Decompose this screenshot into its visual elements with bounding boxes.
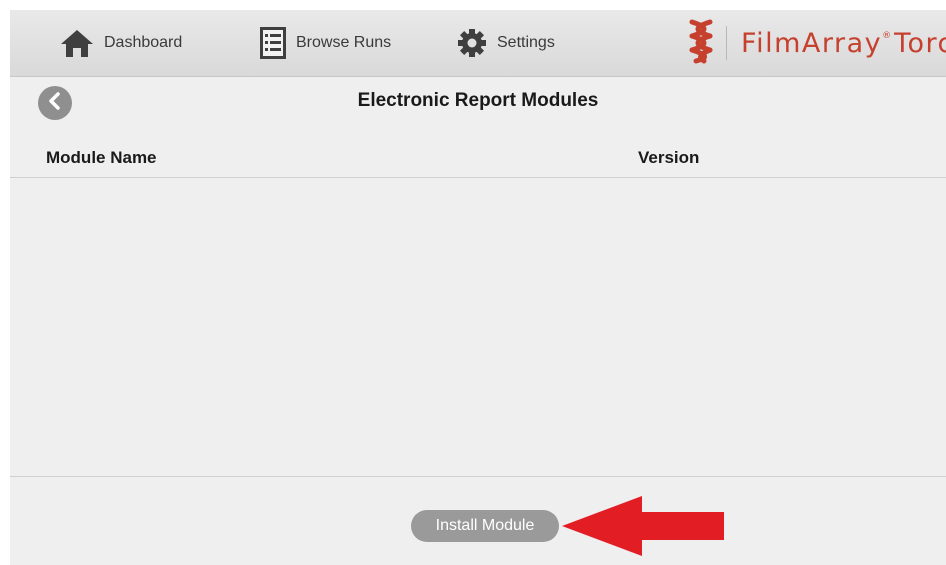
gear-icon — [457, 28, 487, 58]
nav-browse-runs-label: Browse Runs — [296, 34, 392, 51]
nav-settings-label: Settings — [497, 34, 555, 51]
column-header-version[interactable]: Version — [638, 148, 699, 168]
install-module-button[interactable]: Install Module — [411, 510, 559, 542]
brand-wordmark: FilmArray®Torch — [741, 27, 946, 59]
top-navigation-bar: Dashboard Browse Runs Settings FilmArray… — [10, 10, 946, 77]
module-list[interactable] — [10, 178, 946, 476]
brand: FilmArray®Torch — [686, 10, 946, 76]
app-window: Dashboard Browse Runs Settings FilmArray… — [10, 10, 946, 565]
nav-dashboard-label: Dashboard — [104, 34, 183, 51]
nav-dashboard[interactable]: Dashboard — [60, 10, 182, 76]
nav-settings[interactable]: Settings — [457, 10, 555, 76]
column-header-module-name[interactable]: Module Name — [46, 148, 157, 168]
home-icon — [60, 28, 94, 58]
brand-divider — [726, 26, 727, 60]
footer-divider — [10, 476, 946, 477]
nav-browse-runs[interactable]: Browse Runs — [260, 10, 391, 76]
list-icon — [260, 27, 286, 59]
page-title: Electronic Report Modules — [357, 90, 599, 111]
helix-logo — [686, 17, 716, 70]
red-arrow-annotation — [562, 496, 724, 556]
